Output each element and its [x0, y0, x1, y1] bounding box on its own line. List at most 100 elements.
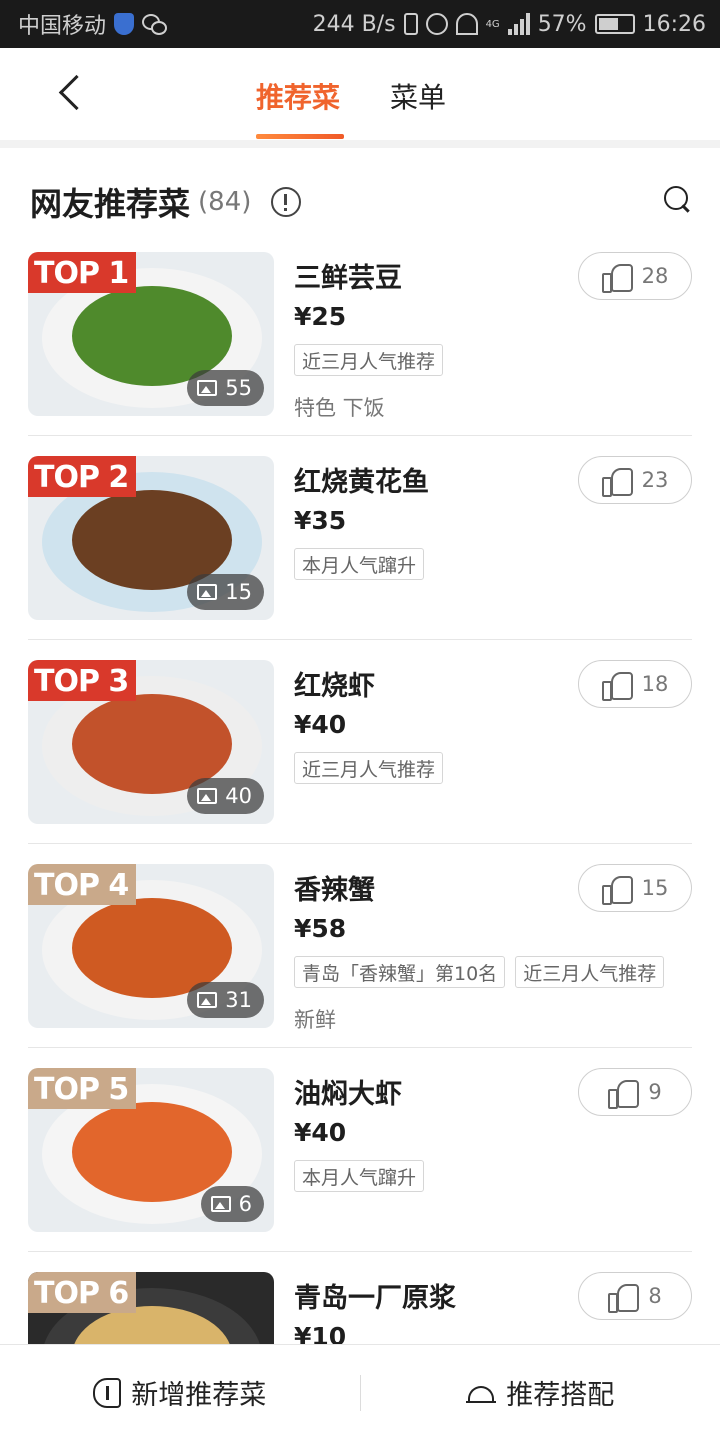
dish-cover-icon	[466, 1380, 497, 1406]
photo-count-badge: 31	[187, 982, 264, 1018]
status-bar: 中国移动 244 B/s 4G 57% 16:26	[0, 0, 720, 48]
like-button[interactable]: 23	[578, 456, 692, 504]
rank-badge: TOP 6	[28, 1272, 137, 1313]
dish-item[interactable]: TOP 5 6 油焖大虾 ¥40 本月人气蹿升 9	[0, 1048, 720, 1252]
image-icon	[210, 1196, 231, 1212]
dish-name: 油焖大虾	[294, 1079, 402, 1110]
search-icon[interactable]	[662, 184, 692, 214]
active-tab-indicator	[256, 134, 344, 139]
add-dish-label: 新增推荐菜	[131, 1380, 267, 1411]
dish-tag: 近三月人气推荐	[515, 956, 665, 988]
top-nav: 推荐菜 菜单	[0, 48, 720, 140]
signal-icon	[507, 13, 530, 35]
dish-price: ¥40	[294, 1118, 347, 1147]
dish-tag: 本月人气蹿升	[294, 548, 425, 580]
like-button[interactable]: 15	[578, 864, 692, 912]
battery-percent: 57%	[537, 11, 587, 37]
thumbs-up-icon	[608, 1078, 640, 1109]
dish-item[interactable]: TOP 3 40 红烧虾 ¥40 近三月人气推荐 18	[0, 640, 720, 844]
image-icon	[197, 380, 218, 396]
like-button[interactable]: 28	[578, 252, 692, 300]
dish-photo[interactable]: TOP 5 6	[28, 1068, 274, 1232]
dish-tag: 近三月人气推荐	[294, 344, 444, 376]
network-type: 4G	[485, 18, 500, 30]
info-icon[interactable]	[271, 187, 302, 217]
section-header: 网友推荐菜 (84)	[30, 178, 302, 226]
bottom-action-bar: 新增推荐菜 推荐搭配	[0, 1344, 720, 1440]
image-icon	[197, 992, 218, 1008]
dish-item[interactable]: TOP 4 31 香辣蟹 ¥58 青岛「香辣蟹」第10名 近三月人气推荐 新鲜 1…	[0, 844, 720, 1048]
carrier-name: 中国移动	[18, 14, 107, 39]
wifi-icon	[455, 13, 478, 35]
like-button[interactable]: 9	[578, 1068, 692, 1116]
photo-count-badge: 55	[187, 370, 264, 406]
dish-name: 红烧黄花鱼	[294, 467, 429, 498]
dish-item[interactable]: TOP 2 15 红烧黄花鱼 ¥35 本月人气蹿升 23	[0, 436, 720, 640]
like-count: 23	[641, 468, 669, 492]
photo-count: 6	[238, 1192, 252, 1216]
photo-count-badge: 15	[187, 574, 264, 610]
dish-tags: 本月人气蹿升	[294, 548, 425, 580]
combo-label: 推荐搭配	[506, 1380, 615, 1411]
tab-menu[interactable]: 菜单	[390, 76, 446, 116]
add-recommended-dish-button[interactable]: 新增推荐菜	[0, 1345, 360, 1440]
photo-count: 40	[225, 784, 252, 808]
like-count: 15	[641, 876, 669, 900]
rank-badge: TOP 4	[28, 864, 137, 905]
dish-name: 三鲜芸豆	[294, 263, 402, 294]
clock: 16:26	[642, 11, 706, 37]
vibrate-icon	[403, 13, 418, 35]
dish-name: 香辣蟹	[294, 875, 375, 906]
dish-name: 红烧虾	[294, 671, 375, 702]
image-icon	[197, 584, 218, 600]
dish-price: ¥25	[294, 302, 347, 331]
photo-count-badge: 6	[200, 1186, 264, 1222]
dish-name: 青岛一厂原浆	[294, 1283, 456, 1314]
dish-photo[interactable]: TOP 1 55	[28, 252, 274, 416]
dish-item[interactable]: TOP 6 青岛一厂原浆 ¥10 8	[0, 1252, 720, 1344]
dish-price: ¥35	[294, 506, 347, 535]
dish-photo[interactable]: TOP 4 31	[28, 864, 274, 1028]
dish-tags: 本月人气蹿升	[294, 1160, 425, 1192]
dish-photo[interactable]: TOP 6	[28, 1272, 274, 1344]
like-count: 8	[648, 1284, 662, 1308]
rank-badge: TOP 5	[28, 1068, 137, 1109]
photo-count: 31	[225, 988, 252, 1012]
back-arrow-icon[interactable]	[52, 72, 92, 116]
dish-tag: 本月人气蹿升	[294, 1160, 425, 1192]
thumbs-up-icon	[601, 466, 633, 497]
dish-photo[interactable]: TOP 2 15	[28, 456, 274, 620]
battery-icon	[594, 14, 635, 34]
header-divider	[0, 140, 720, 148]
image-icon	[197, 788, 218, 804]
section-title: 网友推荐菜	[30, 185, 191, 223]
dish-tags: 近三月人气推荐	[294, 344, 444, 376]
dish-keywords: 特色 下饭	[294, 396, 385, 420]
add-dish-icon	[93, 1377, 122, 1408]
dish-tags: 近三月人气推荐	[294, 752, 444, 784]
thumbs-up-icon	[601, 262, 633, 293]
thumbs-up-icon	[608, 1282, 640, 1313]
rank-badge: TOP 3	[28, 660, 137, 701]
dish-price: ¥40	[294, 710, 347, 739]
dish-photo[interactable]: TOP 3 40	[28, 660, 274, 824]
chat-icon	[142, 14, 168, 35]
like-count: 28	[641, 264, 669, 288]
dish-tag: 近三月人气推荐	[294, 752, 444, 784]
like-button[interactable]: 8	[578, 1272, 692, 1320]
dish-tags: 青岛「香辣蟹」第10名 近三月人气推荐	[294, 956, 665, 988]
dish-tag: 青岛「香辣蟹」第10名	[294, 956, 506, 988]
like-count: 9	[648, 1080, 662, 1104]
alarm-icon	[425, 13, 448, 35]
photo-count: 55	[225, 376, 252, 400]
like-button[interactable]: 18	[578, 660, 692, 708]
tab-recommended-dishes[interactable]: 推荐菜	[256, 76, 340, 116]
dish-item[interactable]: TOP 1 55 三鲜芸豆 ¥25 近三月人气推荐 特色 下饭 28	[0, 232, 720, 436]
food-shape	[72, 1102, 232, 1202]
section-count: (84)	[198, 187, 252, 217]
rank-badge: TOP 1	[28, 252, 137, 293]
thumbs-up-icon	[601, 670, 633, 701]
recommended-combo-button[interactable]: 推荐搭配	[361, 1345, 720, 1440]
shield-icon	[114, 13, 135, 35]
like-count: 18	[641, 672, 669, 696]
